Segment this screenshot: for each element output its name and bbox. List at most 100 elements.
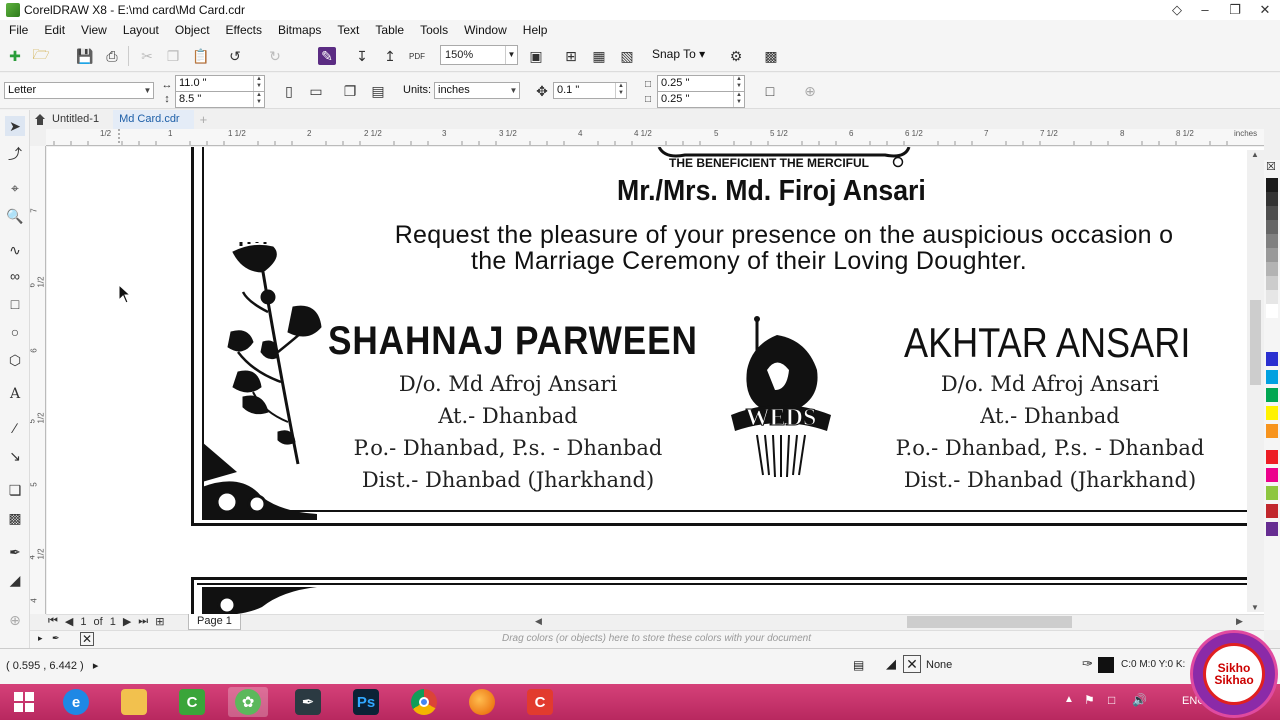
vertical-scroll-thumb[interactable] xyxy=(1250,300,1261,385)
copy-icon[interactable]: ❐ xyxy=(164,47,182,65)
interactive-fill-icon[interactable]: ◢ xyxy=(5,570,25,590)
menu-layout[interactable]: Layout xyxy=(118,23,170,37)
crop-tool-icon[interactable]: ⌖ xyxy=(5,178,25,198)
color-swatch[interactable] xyxy=(1266,370,1278,384)
quick-customize-icon[interactable]: ⊕ xyxy=(801,82,819,100)
tray-network-icon[interactable]: □ xyxy=(1108,693,1115,707)
chevron-down-icon[interactable]: ▼ xyxy=(505,46,517,64)
scroll-down-icon[interactable]: ▼ xyxy=(1251,603,1259,612)
menu-view[interactable]: View xyxy=(76,23,118,37)
palette-menu-icon[interactable]: ▸ xyxy=(38,633,43,644)
text-tool-icon[interactable]: A xyxy=(5,384,25,404)
no-color-swatch[interactable]: ✕ xyxy=(80,632,94,646)
all-pages-icon[interactable]: ❐ xyxy=(341,82,359,100)
ellipse-tool-icon[interactable]: ○ xyxy=(5,322,25,342)
duplicate-x-field[interactable]: 0.25 " ▲ ▼ xyxy=(657,75,745,92)
page-size-select[interactable]: Letter ▼ xyxy=(4,82,154,99)
connector-tool-icon[interactable]: ↘ xyxy=(5,446,25,466)
portrait-icon[interactable]: ▯ xyxy=(280,82,298,100)
zoom-tool-icon[interactable]: 🔍 xyxy=(5,206,25,226)
taskbar-corel-leaf[interactable]: ✿ xyxy=(228,687,268,717)
close-button[interactable]: ✕ xyxy=(1250,0,1280,20)
add-page-icon[interactable]: ⊞ xyxy=(155,615,164,628)
show-guidelines-icon[interactable]: ▧ xyxy=(618,47,636,65)
color-swatch[interactable] xyxy=(1266,192,1278,206)
open-icon[interactable]: 🗁 xyxy=(32,46,50,65)
color-swatch[interactable] xyxy=(1266,276,1278,290)
search-content-icon[interactable]: ✎ xyxy=(318,47,336,65)
previous-page-icon[interactable]: ◀ xyxy=(65,615,73,628)
scroll-up-icon[interactable]: ▲ xyxy=(1251,150,1259,159)
application-launcher-icon[interactable]: ▩ xyxy=(762,47,780,65)
drop-shadow-icon[interactable]: ❏ xyxy=(5,480,25,500)
menu-edit[interactable]: Edit xyxy=(39,23,76,37)
start-button[interactable] xyxy=(4,687,44,717)
menu-object[interactable]: Object xyxy=(170,23,221,37)
outline-pen-icon[interactable]: ✑ xyxy=(1082,656,1093,672)
minimize-button[interactable]: – xyxy=(1190,0,1220,20)
color-swatch[interactable] xyxy=(1266,486,1278,500)
outline-color-swatch[interactable] xyxy=(1098,657,1114,673)
zoom-level-select[interactable]: 150% ▼ xyxy=(440,45,518,65)
undo-icon[interactable]: ↺ xyxy=(226,47,244,65)
taskbar-coreldraw-red[interactable]: C xyxy=(520,687,560,717)
page-1-tab[interactable]: Page 1 xyxy=(188,614,241,630)
taskbar-coreldraw-green[interactable]: C xyxy=(172,687,212,717)
shape-tool-icon[interactable]: ⤴ xyxy=(5,144,25,164)
drawing-canvas[interactable]: THE BENEFICIENT THE MERCIFUL Mr./Mrs. Md… xyxy=(47,147,1264,614)
vertical-scrollbar[interactable]: ▲ ▼ xyxy=(1247,150,1264,612)
page-width-field[interactable]: 11.0 " ▲ ▼ xyxy=(175,75,265,92)
menu-file[interactable]: File xyxy=(4,23,39,37)
transparency-tool-icon[interactable]: ▩ xyxy=(5,508,25,528)
vertical-ruler[interactable]: 7 6 1/2 6 5 1/2 5 4 1/2 4 xyxy=(30,146,46,614)
parallel-dimension-icon[interactable]: ∕ xyxy=(5,418,25,438)
quick-customize-plus-icon[interactable]: ⊕ xyxy=(5,610,25,630)
color-swatch[interactable] xyxy=(1266,388,1278,402)
color-swatch[interactable] xyxy=(1266,406,1278,420)
color-swatch[interactable] xyxy=(1266,504,1278,518)
redo-icon[interactable]: ↻ xyxy=(266,47,284,65)
paste-icon[interactable]: 📋 xyxy=(192,47,210,65)
import-icon[interactable]: ↧ xyxy=(353,47,371,65)
tab-md-card[interactable]: Md Card.cdr xyxy=(113,110,194,129)
fill-bucket-icon[interactable]: ◢ xyxy=(886,656,896,672)
menu-bitmaps[interactable]: Bitmaps xyxy=(273,23,332,37)
menu-text[interactable]: Text xyxy=(332,23,370,37)
taskbar-file-explorer[interactable] xyxy=(114,687,154,717)
duplicate-y-field[interactable]: 0.25 " ▲ ▼ xyxy=(657,91,745,108)
print-icon[interactable]: ⎙ xyxy=(103,47,121,65)
menu-window[interactable]: Window xyxy=(459,23,518,37)
color-swatch[interactable] xyxy=(1266,424,1278,438)
color-swatch[interactable] xyxy=(1266,468,1278,482)
horizontal-ruler[interactable]: 1/2 1 1 1/2 2 2 1/2 3 3 1/2 4 4 1/2 5 5 … xyxy=(46,129,1264,146)
color-swatch[interactable] xyxy=(1266,248,1278,262)
fill-none-swatch[interactable]: ✕ xyxy=(903,655,921,673)
last-page-icon[interactable]: ⏭ xyxy=(138,615,148,628)
units-select[interactable]: inches ▼ xyxy=(434,82,520,99)
color-swatch[interactable] xyxy=(1266,262,1278,276)
horizontal-scroll-thumb[interactable] xyxy=(907,616,1072,628)
tray-arrow-icon[interactable]: ▲ xyxy=(1064,694,1074,705)
color-swatch[interactable] xyxy=(1266,178,1278,192)
nudge-distance-field[interactable]: 0.1 " ▲ ▼ xyxy=(553,82,627,99)
tray-flag-icon[interactable]: ⚑ xyxy=(1084,693,1095,707)
help-icon[interactable]: ◇ xyxy=(1164,0,1190,20)
pick-tool-icon[interactable]: ➤ xyxy=(5,116,25,136)
taskbar-internet-explorer[interactable]: e xyxy=(56,687,96,717)
color-swatch[interactable] xyxy=(1266,206,1278,220)
menu-tools[interactable]: Tools xyxy=(415,23,459,37)
color-swatch[interactable] xyxy=(1266,304,1278,318)
eyedropper-icon[interactable]: ✒ xyxy=(5,542,25,562)
next-page-icon[interactable]: ▶ xyxy=(123,615,131,628)
current-page-icon[interactable]: ▤ xyxy=(369,82,387,100)
full-screen-icon[interactable]: ▣ xyxy=(527,47,545,65)
snap-to-dropdown[interactable]: Snap To ▾ xyxy=(652,47,705,61)
tab-untitled-1[interactable]: Untitled-1 xyxy=(28,110,113,129)
export-icon[interactable]: ↥ xyxy=(381,47,399,65)
page-height-field[interactable]: 8.5 " ▲ ▼ xyxy=(175,91,265,108)
new-document-icon[interactable]: ✚ xyxy=(6,47,24,65)
tray-volume-icon[interactable]: 🔊 xyxy=(1132,693,1147,707)
freehand-tool-icon[interactable]: ∿ xyxy=(5,240,25,260)
color-swatch[interactable] xyxy=(1266,352,1278,366)
treat-as-filled-icon[interactable]: □ xyxy=(761,82,779,100)
